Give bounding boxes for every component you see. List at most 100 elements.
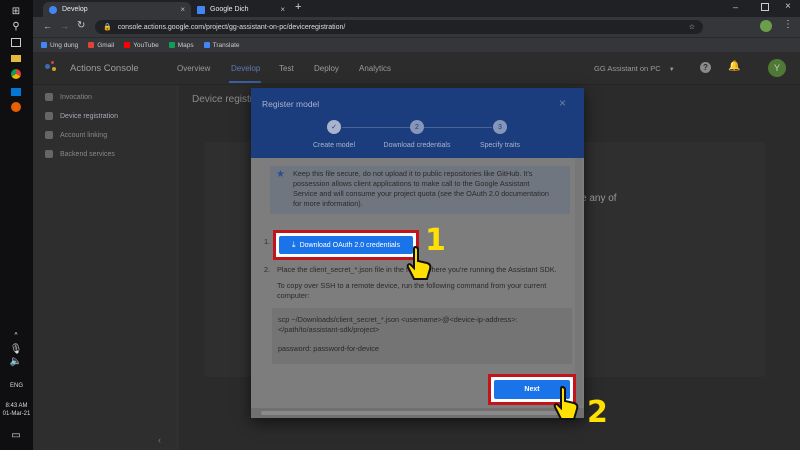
page-title: Device registr [192,94,254,105]
step-2-number: 2. [264,265,271,274]
notification-icon[interactable]: ▭ [9,428,23,442]
translate-icon [203,42,210,48]
sidebar: Invocation Device registration Account l… [33,85,176,450]
tab-label: Google Dich [210,6,249,13]
close-window-icon[interactable]: × [785,1,791,12]
nav-test[interactable]: Test [279,64,294,73]
dialog-vertical-scrollbar[interactable] [575,158,582,406]
forward-icon[interactable]: → [60,21,69,31]
download-button-label: Download OAuth 2.0 credentials [299,241,400,249]
close-tab-icon[interactable]: × [280,5,285,14]
sidebar-item-backend-services[interactable]: Backend services [45,150,115,158]
annotation-number-1: 1 [425,223,446,258]
step-1-number: 1. [264,237,271,246]
annotation-number-2: 2 [587,395,608,430]
gmail-icon [88,42,95,48]
nav-analytics[interactable]: Analytics [359,64,391,73]
bookmark-apps[interactable]: Ung dung [41,42,78,49]
ssh-line-2: computer: [277,291,310,300]
collapse-sidebar-icon[interactable]: ‹ [158,435,161,445]
bookmark-maps[interactable]: Maps [168,41,194,49]
search-icon[interactable]: ⚲ [9,19,23,33]
code-line-1: scp ~/Downloads/client_secret_*.json <us… [278,315,518,324]
sidebar-item-label: Device registration [60,112,118,120]
sidebar-item-invocation[interactable]: Invocation [45,93,92,101]
info-line-1: Keep this file secure, do not upload it … [293,169,533,178]
file-explorer-icon[interactable] [9,51,23,65]
bookmark-label: Translate [212,41,240,49]
download-oauth-button[interactable]: ⤓ Download OAuth 2.0 credentials [279,236,413,254]
youtube-icon [124,42,131,48]
bookmark-translate[interactable]: Translate [203,41,240,49]
reload-icon[interactable]: ↻ [77,20,85,31]
nav-deploy[interactable]: Deploy [314,64,339,73]
tab-google-dich[interactable]: Google Dich × [191,2,291,17]
language-indicator[interactable]: ENG [0,383,33,390]
maps-icon [168,42,175,48]
url-text: console.actions.google.com/project/gg-as… [117,23,346,31]
tab-label: Develop [62,6,88,13]
apps-icon [41,42,47,48]
bookmark-label: YouTube [133,41,159,49]
download-credentials-highlight: ⤓ Download OAuth 2.0 credentials [273,230,419,260]
volume-icon[interactable]: 🔈 [9,354,23,368]
address-bar[interactable]: 🔒 console.actions.google.com/project/gg-… [95,20,703,34]
lock-icon: 🔒 [103,24,112,31]
star-icon: ★ [276,169,285,180]
bookmark-gmail[interactable]: Gmail [88,42,114,49]
app-title: Actions Console [70,63,139,74]
windows-taskbar: ⊞ ⚲ ˄ 🎙 🔈 ENG 8:43 AM 01-Mar-21 ▭ [0,0,33,450]
bookmark-label: Ung dung [50,41,79,49]
nav-overview[interactable]: Overview [177,64,210,73]
bookmark-youtube[interactable]: YouTube [124,42,159,49]
project-selector[interactable]: GG Assistant on PC ▼ [594,64,675,73]
clock-date[interactable]: 01-Mar-21 [0,411,33,418]
clock-time[interactable]: 8:43 AM [0,403,33,410]
next-button-label: Next [524,386,540,393]
dialog-title: Register model [262,99,320,109]
sidebar-item-label: Invocation [60,93,92,101]
download-icon: ⤓ [292,240,296,249]
step-3-circle: 3 [493,120,507,134]
task-view-icon[interactable] [9,35,23,49]
minimize-icon[interactable]: – [733,2,738,12]
info-line-4: for more information). [293,199,363,208]
translate-favicon-icon [197,5,205,14]
scp-command-box[interactable]: scp ~/Downloads/client_secret_*.json <us… [272,308,572,364]
close-tab-icon[interactable]: × [180,5,185,14]
dialog-horizontal-scrollbar[interactable] [251,408,584,418]
profile-icon[interactable] [760,20,772,32]
sidebar-item-account-linking[interactable]: Account linking [45,131,107,139]
sidebar-item-label: Account linking [60,131,108,139]
windows-start-icon[interactable]: ⊞ [9,4,23,18]
close-dialog-icon[interactable]: × [559,96,566,110]
invocation-icon [45,93,53,101]
chrome-icon[interactable] [9,67,23,81]
browser-tabstrip: Develop × Google Dich × + – × [33,0,800,17]
dropdown-arrow-icon: ▼ [668,67,675,73]
nav-active-indicator [229,81,261,83]
back-icon[interactable]: ← [43,21,52,31]
new-tab-icon[interactable]: + [295,1,301,13]
sidebar-item-label: Backend services [60,150,115,158]
firefox-icon[interactable] [9,100,23,114]
step-2-circle: 2 [410,120,424,134]
project-name: GG Assistant on PC [594,64,661,73]
device-icon [45,112,53,120]
sidebar-item-device-registration[interactable]: Device registration [45,112,118,120]
nav-develop[interactable]: Develop [231,64,260,73]
avatar[interactable]: Y [768,59,786,77]
step-1-done-check-icon: ✓ [327,120,341,134]
bookmark-star-icon[interactable]: ☆ [689,23,695,31]
help-icon[interactable]: ? [700,62,711,73]
tab-develop[interactable]: Develop × [43,2,191,17]
code-line-3: password: password-for-device [278,344,379,353]
bookmark-label: Maps [177,41,194,49]
notifications-bell-icon[interactable]: 🔔 [728,61,740,72]
app-header: Actions Console Overview Develop Test De… [33,52,800,85]
menu-dots-icon[interactable]: ⋮ [783,19,793,30]
store-icon[interactable] [9,85,23,99]
maximize-icon[interactable] [761,3,769,11]
info-line-2: possession allows client applications to… [293,179,530,188]
backend-icon [45,150,53,158]
